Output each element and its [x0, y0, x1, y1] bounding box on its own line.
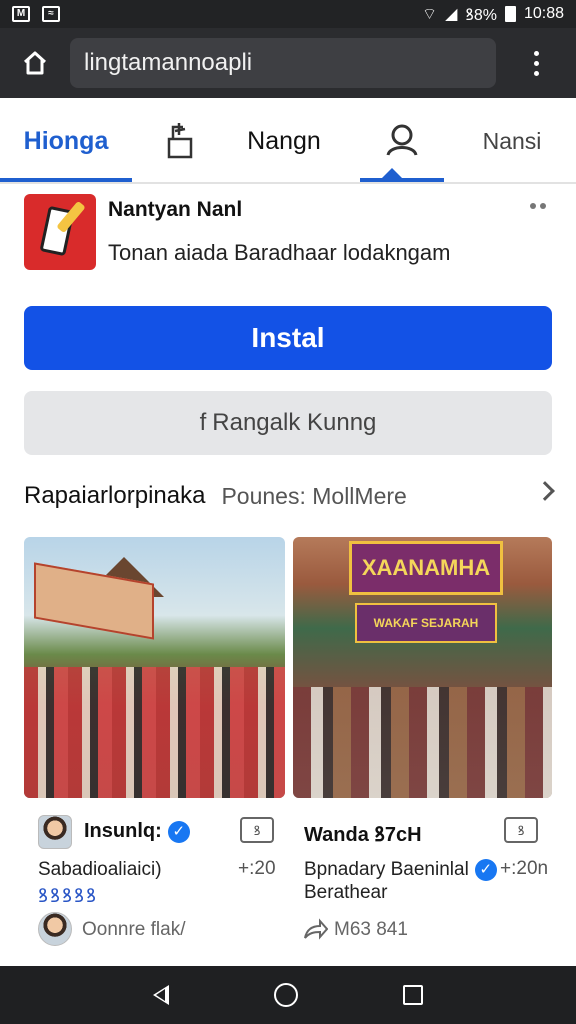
notification-icon: M — [12, 6, 30, 22]
section-header[interactable]: Rapaiarlorpinaka Pounes: MollMere — [24, 478, 555, 514]
message-icon[interactable]: ꝸ — [240, 817, 274, 843]
signal-icon: ◢ — [445, 6, 458, 23]
home-circle-icon[interactable] — [273, 983, 298, 1007]
tab-nangn[interactable]: Nangn — [222, 98, 346, 184]
dot-icon — [533, 50, 539, 56]
post-rating: ꝸꝸꝸꝸꝸ — [38, 886, 98, 907]
url-field[interactable]: lingtamannoapli — [70, 38, 496, 88]
section-subtitle: Pounes: MollMere — [221, 482, 407, 509]
chevron-right-icon — [535, 481, 555, 501]
active-tab-indicator — [0, 178, 132, 182]
app-icon — [24, 194, 96, 270]
message-icon[interactable]: ꝸ — [504, 817, 538, 843]
post-author-name: Insunlq: — [84, 820, 162, 842]
tab-bar: Hionga Nangn Nansi — [0, 98, 576, 184]
dot-icon — [540, 203, 546, 209]
section-title: Rapaiarlorpinaka — [24, 482, 206, 509]
overflow-menu-button[interactable] — [496, 28, 576, 98]
post-author[interactable]: Wanda ꝸ7cH — [304, 820, 422, 847]
tab-caret-icon — [382, 168, 402, 178]
post-footer: Oonnre flak/ — [82, 919, 186, 940]
post-text: Sabadioaliaici) — [38, 859, 162, 880]
people-shape — [293, 687, 552, 798]
post-count: +:20n — [500, 858, 549, 879]
app-title: Nantyan Nanl — [108, 198, 243, 221]
post-author[interactable]: Insunlq: ✓ — [84, 820, 190, 843]
photo-sign-secondary: WAKAF SEJARAH — [355, 603, 497, 643]
person-icon — [386, 124, 418, 156]
share-icon[interactable] — [302, 918, 328, 942]
battery-percent: ꝸ8% — [465, 7, 497, 24]
dot-icon — [530, 203, 536, 209]
secondary-button-label: Rangalk Kunng — [212, 409, 377, 436]
post-count: +:20 — [238, 858, 276, 879]
post-text-line: Berathear — [304, 882, 388, 903]
browser-toolbar: lingtamannoapli — [0, 28, 576, 98]
battery-icon — [504, 6, 516, 22]
recent-apps-icon[interactable] — [403, 985, 424, 1005]
system-navigation-bar — [0, 966, 576, 1024]
wifi-icon: ⌔ — [422, 6, 438, 23]
verified-icon: ✓ — [167, 820, 190, 843]
post-text: Bpnadary Baeninlal ✓ Berathear — [304, 858, 497, 904]
back-icon[interactable] — [152, 985, 169, 1005]
home-icon — [23, 51, 47, 75]
post-footer: M63 841 — [334, 919, 408, 940]
post-photo[interactable]: XAANAMHA WAKAF SEJARAH — [293, 537, 552, 798]
tab-hionga[interactable]: Hionga — [0, 98, 132, 184]
post-text-line: Bpnadary Baeninlal — [304, 859, 469, 880]
more-options-button[interactable] — [530, 203, 546, 209]
install-button[interactable]: Instal — [24, 306, 552, 370]
photo-sign: XAANAMHA — [349, 541, 503, 595]
tab-indicator-secondary — [360, 178, 444, 182]
secondary-button[interactable]: f Rangalk Kunng — [24, 391, 552, 455]
tab-nansi[interactable]: Nansi — [462, 98, 562, 184]
f-icon: f — [199, 409, 207, 436]
clock: 10:88 — [523, 5, 564, 22]
avatar[interactable] — [38, 815, 72, 849]
verified-icon: ✓ — [474, 858, 497, 881]
crowd-shape — [24, 667, 285, 798]
image-icon: ≈ — [42, 6, 60, 22]
post-photo[interactable] — [24, 537, 285, 798]
home-button[interactable] — [0, 28, 70, 98]
tab-bookmark[interactable] — [150, 98, 210, 184]
bookmark-icon — [167, 123, 193, 159]
dot-icon — [533, 70, 539, 76]
dot-icon — [533, 60, 539, 66]
tab-person[interactable] — [360, 98, 444, 184]
status-bar: M ≈ ⌔ ◢ ꝸ8% 10:88 — [0, 0, 576, 28]
app-description: Tonan aiada Baradhaar lodakngam — [108, 240, 451, 265]
avatar[interactable] — [38, 912, 72, 946]
